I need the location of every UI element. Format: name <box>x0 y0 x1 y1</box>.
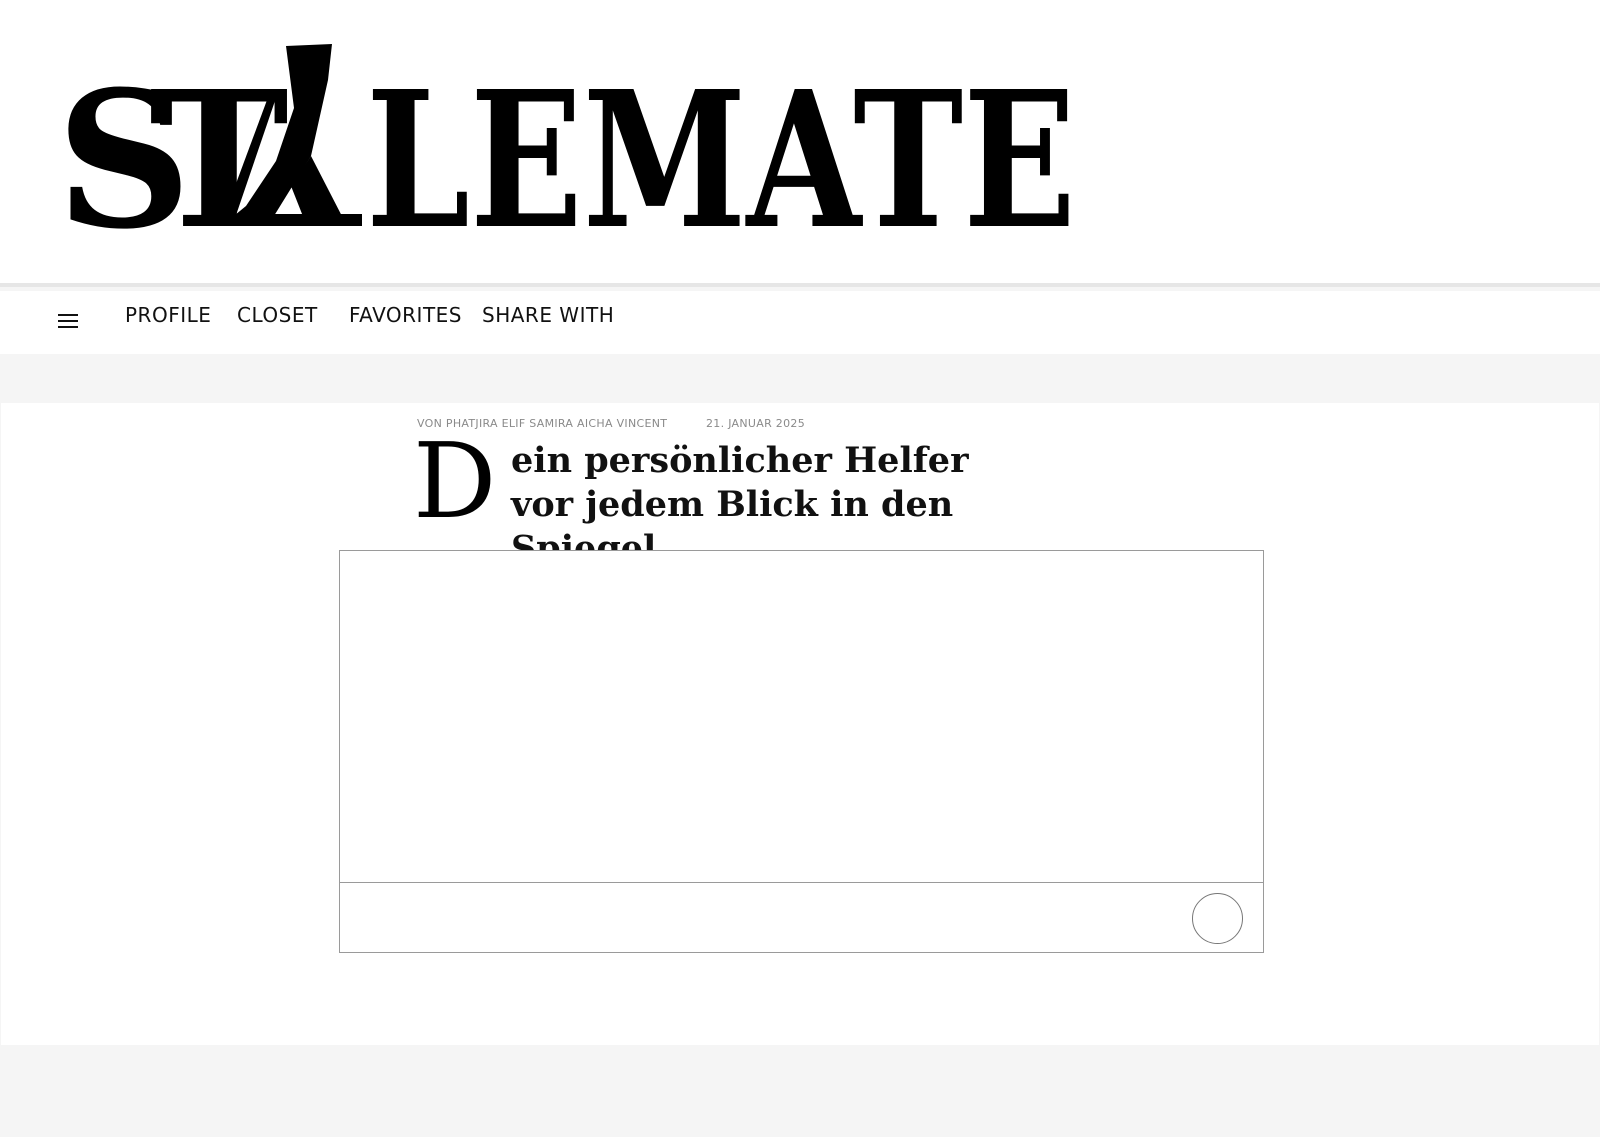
hamburger-line <box>58 326 78 328</box>
article-date: 21. JANUAR 2025 <box>706 417 806 430</box>
capture-button[interactable] <box>1192 893 1243 944</box>
mirror-media-card <box>339 550 1264 953</box>
nav-favorites[interactable]: FAVORITES <box>349 303 462 327</box>
nav-profile[interactable]: PROFILE <box>125 303 211 327</box>
nav-closet[interactable]: CLOSET <box>237 303 318 327</box>
logo-wordmark: S T LEMATE <box>56 44 1076 246</box>
logo-letters-lemate: LEMATE <box>366 50 1076 246</box>
article-card: VON PHATJIRA ELIF SAMIRA AICHA VINCENT 2… <box>1 403 1599 1045</box>
hamburger-icon[interactable] <box>56 309 82 333</box>
masthead: S T LEMATE <box>0 0 1600 287</box>
hamburger-line <box>58 314 78 316</box>
stalemate-logo[interactable]: S T LEMATE <box>56 36 1076 246</box>
top-navigation: PROFILE CLOSET FAVORITES SHARE WITH <box>0 291 1600 354</box>
hamburger-line <box>58 320 78 322</box>
media-toolbar <box>340 884 1263 952</box>
media-preview-area <box>340 551 1263 883</box>
nav-share-with[interactable]: SHARE WITH <box>482 303 614 327</box>
headline-dropcap: D <box>413 420 497 542</box>
